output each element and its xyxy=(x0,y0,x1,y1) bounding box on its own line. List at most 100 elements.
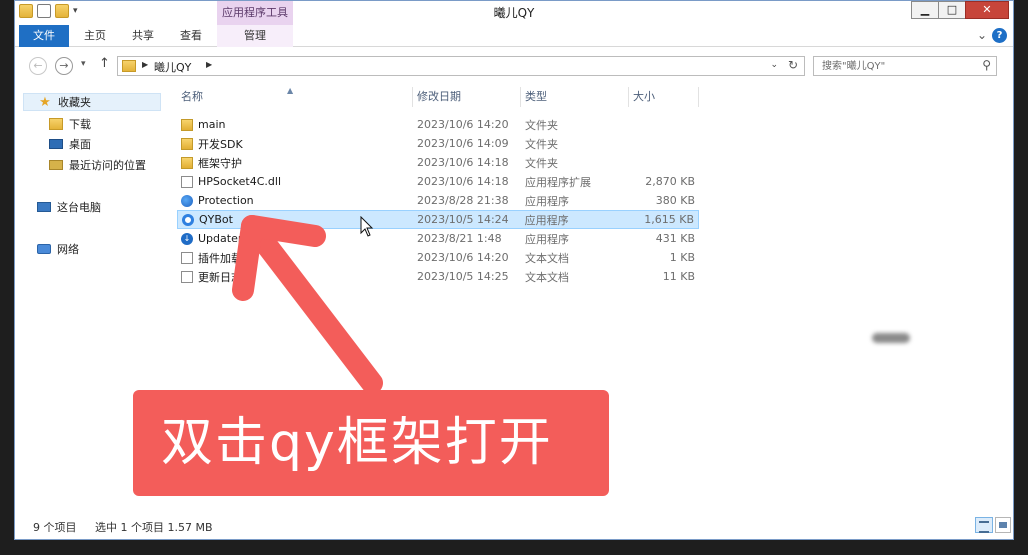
tab-share[interactable]: 共享 xyxy=(125,25,161,47)
table-row[interactable]: 插件加载 2023/10/6 14:20 文本文档 1 KB xyxy=(177,248,699,267)
file-name-cell: ↓ Updater xyxy=(177,232,413,245)
item-count: 9 个项目 xyxy=(33,521,77,534)
window-controls: ▁ □ ✕ xyxy=(911,1,1009,19)
address-history-chevron-icon[interactable]: ⌄ xyxy=(770,60,778,70)
details-view-icon[interactable] xyxy=(975,517,993,533)
nav-item-recent-places[interactable]: 最近访问的位置 xyxy=(49,156,146,174)
annotation-caption: 双击qy框架打开 xyxy=(133,390,609,496)
folder-icon xyxy=(181,137,193,150)
text-file-icon xyxy=(181,251,193,264)
column-header-size[interactable]: 大小 xyxy=(629,87,699,107)
folder-icon xyxy=(19,4,33,18)
blurred-region xyxy=(872,333,910,343)
help-icon[interactable]: ? xyxy=(992,28,1007,43)
expand-ribbon-icon[interactable]: ⌄ xyxy=(977,28,987,42)
file-name-cell: Protection xyxy=(177,194,413,207)
search-box[interactable]: ⚲ xyxy=(813,56,997,76)
folder-icon xyxy=(122,60,136,72)
nav-item-this-pc[interactable]: 这台电脑 xyxy=(37,198,101,216)
file-name: HPSocket4C.dll xyxy=(198,175,281,188)
nav-item-label: 最近访问的位置 xyxy=(69,159,146,172)
column-header-type[interactable]: 类型 xyxy=(521,87,629,107)
sort-ascending-icon: ▲ xyxy=(287,86,294,95)
file-date-cell: 2023/10/6 14:20 xyxy=(417,251,509,264)
updater-app-icon: ↓ xyxy=(181,232,193,245)
tab-view[interactable]: 查看 xyxy=(173,25,209,47)
file-type-cell: 文件夹 xyxy=(525,156,558,170)
file-name-cell: QYBot xyxy=(178,213,413,226)
back-button[interactable]: ← xyxy=(29,57,47,75)
tab-file[interactable]: 文件 xyxy=(19,25,69,47)
file-type-cell: 应用程序扩展 xyxy=(525,175,591,189)
chevron-down-icon[interactable]: ▾ xyxy=(73,6,78,16)
table-row[interactable]: ↓ Updater 2023/8/21 1:48 应用程序 431 KB xyxy=(177,229,699,248)
file-name: 开发SDK xyxy=(198,137,243,151)
file-date-cell: 2023/10/6 14:09 xyxy=(417,137,509,150)
file-name-cell: 插件加载 xyxy=(177,250,413,266)
file-name: Updater xyxy=(198,232,243,245)
table-row[interactable]: main 2023/10/6 14:20 文件夹 xyxy=(177,115,699,134)
nav-item-favorites[interactable]: ★ 收藏夹 xyxy=(23,93,161,111)
breadcrumb-separator-icon[interactable]: ▶ xyxy=(206,60,212,69)
file-date-cell: 2023/8/21 1:48 xyxy=(417,232,502,245)
file-type-cell: 应用程序 xyxy=(525,194,569,208)
recent-locations-chevron-icon[interactable]: ▾ xyxy=(81,59,86,69)
file-date-cell: 2023/10/5 14:24 xyxy=(417,213,509,226)
up-arrow-icon[interactable]: ↑ xyxy=(99,56,110,71)
file-name: main xyxy=(198,118,226,131)
file-name-cell: HPSocket4C.dll xyxy=(177,175,413,188)
breadcrumb-item[interactable]: 曦儿QY xyxy=(154,59,191,75)
table-row[interactable]: 更新日志 2023/10/5 14:25 文本文档 11 KB xyxy=(177,267,699,286)
nav-item-downloads[interactable]: 下载 xyxy=(49,115,91,133)
maximize-button[interactable]: □ xyxy=(938,1,966,19)
file-type-cell: 文件夹 xyxy=(525,118,558,132)
large-icons-view-icon[interactable] xyxy=(995,517,1011,533)
minimize-button[interactable]: ▁ xyxy=(911,1,939,19)
folder-icon xyxy=(181,156,193,169)
selection-info: 选中 1 个项目 1.57 MB xyxy=(95,521,213,534)
file-type-cell: 文件夹 xyxy=(525,137,558,151)
table-row[interactable]: HPSocket4C.dll 2023/10/6 14:18 应用程序扩展 2,870… xyxy=(177,172,699,191)
file-name: 插件加载 xyxy=(198,251,242,265)
app-tools-tab-header: 应用程序工具 xyxy=(217,1,293,25)
refresh-icon[interactable]: ↻ xyxy=(788,58,798,72)
table-row[interactable]: Protection 2023/8/28 21:38 应用程序 380 KB xyxy=(177,191,699,210)
file-size-cell: 380 KB xyxy=(655,194,695,207)
file-size-cell: 1 KB xyxy=(669,251,695,264)
file-name: Protection xyxy=(198,194,254,207)
file-name-cell: 更新日志 xyxy=(177,269,413,285)
dll-icon xyxy=(181,175,193,188)
star-icon: ★ xyxy=(39,94,51,110)
nav-item-label: 网络 xyxy=(57,243,79,256)
title-bar: ▾ 应用程序工具 曦儿QY ▁ □ ✕ xyxy=(15,1,1013,25)
file-date-cell: 2023/10/5 14:25 xyxy=(417,270,509,283)
nav-item-network[interactable]: 网络 xyxy=(37,240,79,258)
nav-item-desktop[interactable]: 桌面 xyxy=(49,135,91,153)
computer-icon xyxy=(37,202,51,212)
caption-text: 双击qy框架打开 xyxy=(161,413,553,473)
recent-places-icon xyxy=(49,160,63,170)
nav-item-label: 这台电脑 xyxy=(57,201,101,214)
breadcrumb-separator-icon[interactable]: ▶ xyxy=(142,60,148,69)
file-date-cell: 2023/10/6 14:20 xyxy=(417,118,509,131)
column-header-name[interactable]: ▲ 名称 xyxy=(177,86,413,107)
search-input[interactable] xyxy=(814,57,974,75)
tab-home[interactable]: 主页 xyxy=(77,25,113,47)
new-folder-icon[interactable] xyxy=(55,4,69,18)
column-header-date[interactable]: 修改日期 xyxy=(413,87,521,107)
file-size-cell: 2,870 KB xyxy=(645,175,695,188)
properties-icon[interactable] xyxy=(37,4,51,18)
close-button[interactable]: ✕ xyxy=(965,1,1009,19)
tab-manage[interactable]: 管理 xyxy=(217,25,293,47)
table-row[interactable]: QYBot 2023/10/5 14:24 应用程序 1,615 KB xyxy=(177,210,699,229)
window-title: 曦儿QY xyxy=(493,6,535,20)
file-name: QYBot xyxy=(199,213,233,226)
forward-button[interactable]: → xyxy=(55,57,73,75)
file-name: 更新日志 xyxy=(198,270,242,284)
search-icon[interactable]: ⚲ xyxy=(982,58,991,72)
column-header-label: 名称 xyxy=(181,90,203,103)
table-row[interactable]: 框架守护 2023/10/6 14:18 文件夹 xyxy=(177,153,699,172)
table-row[interactable]: 开发SDK 2023/10/6 14:09 文件夹 xyxy=(177,134,699,153)
address-bar[interactable]: ▶ 曦儿QY ▶ ⌄ ↻ xyxy=(117,56,805,76)
mouse-cursor-icon xyxy=(360,216,374,237)
